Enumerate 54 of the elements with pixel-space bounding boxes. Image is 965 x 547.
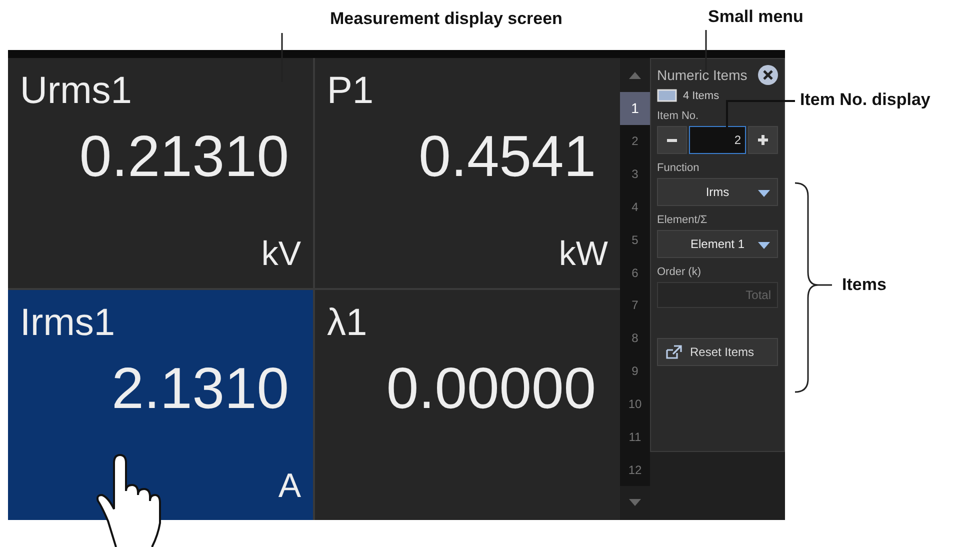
item-name: Irms1 (20, 302, 115, 345)
menu-title: Numeric Items (657, 67, 748, 83)
item-name: P1 (327, 70, 374, 113)
callout-label: Items (842, 275, 886, 295)
measurement-cell[interactable]: Irms1 2.1310 A (8, 290, 313, 520)
field-label: Element/Σ (657, 214, 708, 226)
measured-value: 2.1310 (112, 355, 289, 422)
measurement-cell[interactable]: Urms1 0.21310 kV (8, 58, 313, 288)
scroll-up-button[interactable] (620, 58, 650, 92)
field-label: Function (657, 162, 700, 174)
page-number[interactable]: 2 (620, 124, 650, 158)
minus-icon (667, 138, 677, 142)
caret-icon (758, 190, 770, 197)
page-number[interactable]: 4 (620, 190, 650, 224)
increment-button[interactable] (748, 126, 778, 154)
plus-icon (758, 135, 768, 145)
field-label: Item No. (657, 110, 700, 122)
layout-label: 4 Items (683, 90, 720, 102)
page-number[interactable]: 9 (620, 354, 650, 388)
measured-value: 0.4541 (418, 123, 596, 190)
callout-label: Item No. display (800, 90, 930, 110)
reset-items-button[interactable]: Reset Items (657, 338, 778, 366)
field-label: Order (k) (657, 266, 702, 278)
display-layout-icon (657, 89, 677, 102)
page-number[interactable]: 5 (620, 223, 650, 256)
callout-label: Measurement display screen (330, 9, 562, 29)
unit-label: A (278, 467, 301, 506)
page-number[interactable]: 10 (620, 387, 650, 420)
measurement-cell[interactable]: P1 0.4541 kW (315, 58, 620, 288)
page-number[interactable]: 1 (620, 92, 650, 125)
callout-label: Small menu (708, 7, 804, 27)
element-dropdown[interactable]: Element 1 (657, 230, 778, 258)
up-triangle-icon (629, 72, 641, 78)
page-number[interactable]: 8 (620, 322, 650, 355)
measurement-cell[interactable]: λ1 0.00000 (315, 290, 620, 520)
item-name: Urms1 (20, 70, 132, 113)
page-number[interactable]: 11 (620, 420, 650, 454)
page-number[interactable]: 12 (620, 453, 650, 486)
function-dropdown[interactable]: Irms (657, 178, 778, 206)
item-number-field[interactable]: 2 (689, 126, 746, 154)
external-arrow-icon (666, 345, 682, 359)
down-triangle-icon (629, 499, 641, 506)
unit-label: kV (261, 235, 301, 274)
page-number[interactable]: 6 (620, 256, 650, 289)
caret-icon (758, 242, 770, 249)
page-number[interactable]: 3 (620, 158, 650, 190)
measured-value: 0.00000 (386, 355, 596, 422)
close-icon[interactable] (758, 65, 778, 85)
decrement-button[interactable] (657, 126, 687, 154)
scroll-down-button[interactable] (620, 486, 650, 520)
unit-label: kW (558, 235, 608, 274)
page-number[interactable]: 7 (620, 288, 650, 322)
measured-value: 0.21310 (79, 123, 289, 190)
item-name: λ1 (327, 302, 368, 345)
